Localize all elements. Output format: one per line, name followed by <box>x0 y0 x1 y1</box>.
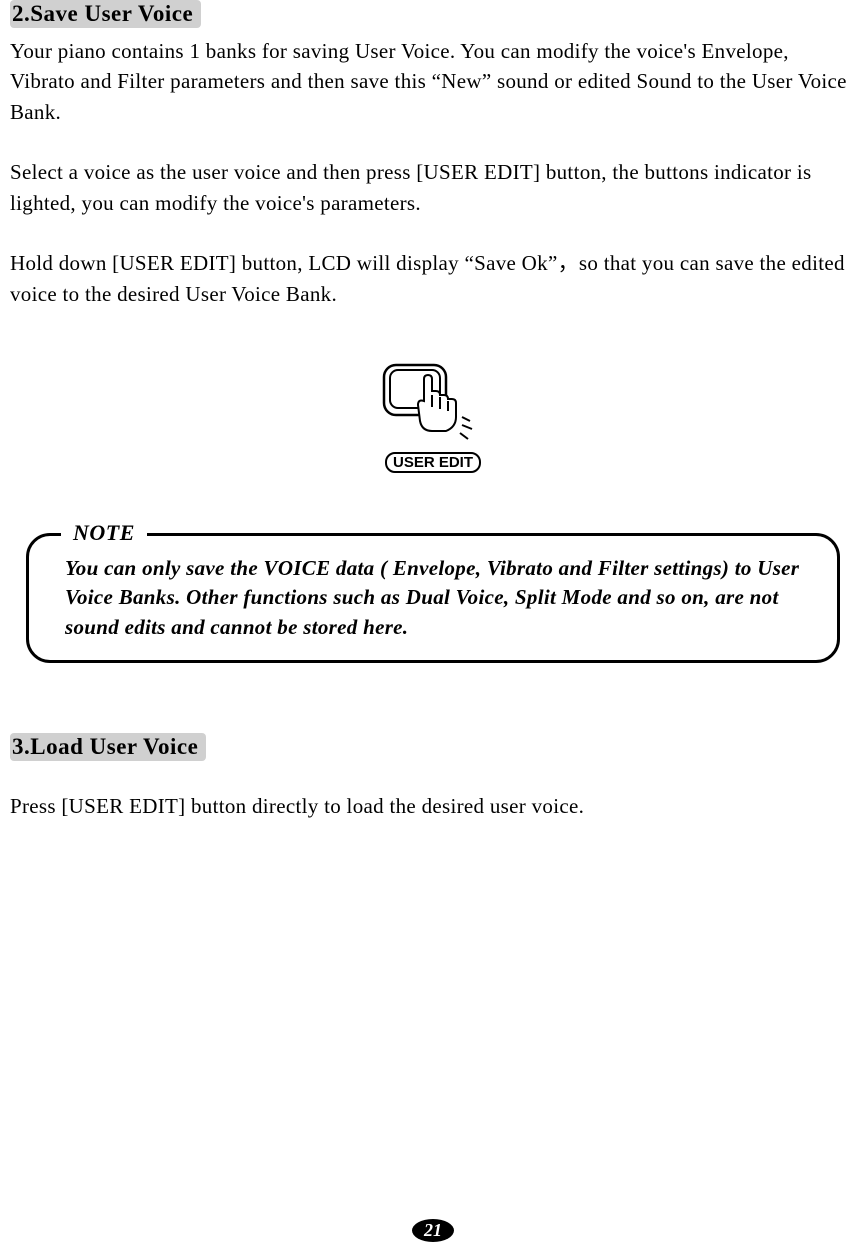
page-number-badge: 21 <box>412 1219 454 1242</box>
section-2-para-3: Hold down [USER EDIT] button, LCD will d… <box>10 248 856 309</box>
user-edit-button-illustration: USER EDIT <box>10 359 856 473</box>
page-number: 21 <box>412 1219 454 1242</box>
button-with-hand-icon <box>378 359 488 443</box>
section-3-heading: 3.Load User Voice <box>10 733 206 761</box>
note-text: You can only save the VOICE data ( Envel… <box>65 554 813 642</box>
section-2: 2.Save User Voice Your piano contains 1 … <box>10 0 856 309</box>
user-edit-button-label: USER EDIT <box>385 452 481 473</box>
section-2-para-2: Select a voice as the user voice and the… <box>10 157 856 218</box>
section-2-para-1: Your piano contains 1 banks for saving U… <box>10 36 856 127</box>
note-label: NOTE <box>61 520 147 546</box>
note-box: NOTE You can only save the VOICE data ( … <box>26 533 840 663</box>
section-3-para-1: Press [USER EDIT] button directly to loa… <box>10 791 856 821</box>
section-2-heading: 2.Save User Voice <box>10 0 201 28</box>
section-3: 3.Load User Voice Press [USER EDIT] butt… <box>10 733 856 821</box>
